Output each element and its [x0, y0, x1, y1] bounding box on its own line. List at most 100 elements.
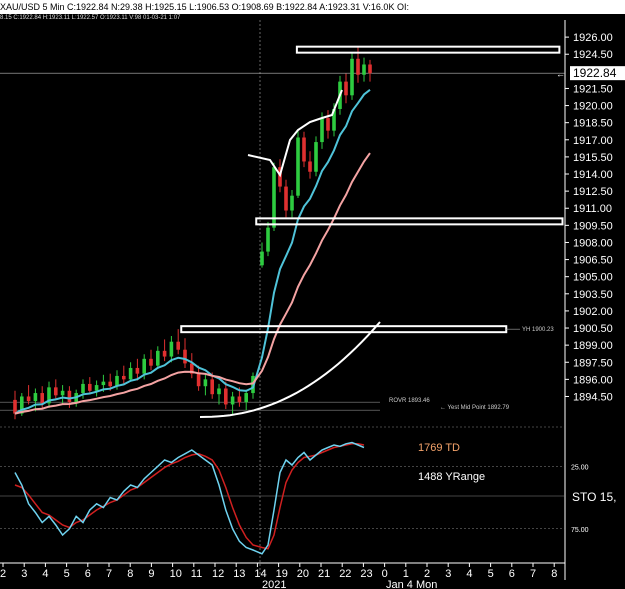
x-tick-label-6: 8 — [127, 568, 133, 580]
price-axis: 1926.00 1924.50 1922.84 ← 1921.50 1920.00 1918… — [556, 32, 625, 403]
candle-body — [176, 341, 180, 350]
candle-body — [237, 396, 242, 403]
x-tick-label-22: 4 — [466, 568, 472, 580]
candle-body — [88, 383, 92, 391]
x-tick-label-11: 13 — [233, 568, 245, 580]
candle-body — [230, 396, 235, 405]
candle-body — [203, 379, 208, 387]
y-tick-label-20: 1896.00 — [573, 374, 613, 386]
candle-body — [142, 358, 146, 374]
x-tick-label-1: 3 — [21, 568, 27, 580]
y-tick-label-21: 1894.50 — [573, 391, 613, 403]
candle-body — [326, 118, 330, 131]
candle-body — [314, 142, 318, 172]
price-chart[interactable]: 1926.00 1924.50 1922.84 ← 1921.50 1920.00 1918… — [0, 0, 625, 589]
candle-body — [217, 388, 221, 395]
candle-body — [356, 58, 360, 75]
stoch-k-line — [14, 441, 365, 555]
y-tick-label-3: 1921.50 — [573, 83, 613, 95]
x-tick-label-14: 20 — [297, 568, 309, 580]
y-tick-label-14: 1905.00 — [573, 272, 613, 284]
x-tick-label-2: 4 — [42, 568, 48, 580]
x-tick-label-26: 8 — [551, 568, 557, 580]
yrange-label: 1488 YRange — [418, 471, 485, 483]
y-tick-label-10: 1911.00 — [573, 203, 612, 215]
candle-body — [183, 349, 187, 364]
candle-body — [94, 385, 99, 391]
candle-body — [350, 58, 354, 96]
x-tick-label-10: 12 — [212, 568, 224, 580]
x-tick-label-3: 5 — [64, 568, 70, 580]
x-tick-label-21: 3 — [445, 568, 451, 580]
x-tick-label-7: 9 — [148, 568, 154, 580]
yest-mid-label: ← Yest Mid Point 1892.79 — [440, 405, 510, 411]
candle-body — [302, 137, 306, 162]
y-tick-label-17: 1900.50 — [573, 323, 613, 335]
candle-body — [156, 350, 160, 366]
candle-body — [67, 390, 72, 403]
candle-body — [290, 195, 294, 211]
candle-body — [108, 381, 112, 387]
x-tick-label-24: 6 — [509, 568, 515, 580]
candle-body — [162, 350, 167, 357]
stoch-tick-label: 75.00 — [571, 527, 589, 534]
y-tick-label-19: 1897.50 — [573, 357, 613, 369]
level-box-1 — [255, 217, 564, 226]
candle-body — [122, 375, 126, 380]
sto-label: STO 15, — [572, 490, 616, 504]
candle-body — [13, 399, 17, 414]
candle-body — [224, 388, 228, 405]
y-tick-label-7: 1915.50 — [573, 152, 613, 164]
y-tick-label-12: 1908.00 — [573, 237, 613, 249]
candle-body — [244, 393, 248, 403]
candle-body — [196, 373, 201, 387]
candle-body — [26, 396, 31, 402]
slow-ma-line — [14, 152, 371, 415]
candle-body — [149, 358, 153, 366]
x-tick-label-9: 11 — [191, 568, 202, 580]
candle-body — [368, 64, 372, 74]
y-tick-label-18: 1899.00 — [573, 340, 613, 352]
x-tick-label-25: 7 — [530, 568, 536, 580]
candle-body — [81, 383, 85, 394]
moving-averages — [14, 89, 381, 418]
y-tick-label-15: 1903.50 — [573, 289, 613, 301]
stoch-tick-label: 25.00 — [571, 464, 589, 471]
candle-body — [344, 81, 348, 96]
y-tick-label-16: 1902.00 — [573, 306, 613, 318]
year-label: 2021 — [262, 579, 286, 589]
current-price-arrow: ← — [556, 69, 565, 79]
x-tick-label-23: 5 — [488, 568, 494, 580]
y-tick-label-9: 1912.50 — [573, 186, 613, 198]
candle-body — [210, 379, 214, 395]
x-tick-label-0: 2 — [0, 568, 6, 580]
stochastic-panel: 25.00 75.00 — [0, 441, 589, 555]
yh-label: YH 1900.23 — [522, 327, 554, 333]
candle-body — [135, 367, 140, 374]
y-tick-label-4: 1920.00 — [573, 101, 613, 113]
y-tick-label-0: 1926.00 — [573, 32, 613, 44]
candle-body — [266, 227, 270, 252]
y-tick-label-8: 1914.00 — [573, 169, 613, 181]
x-tick-label-4: 6 — [85, 568, 91, 580]
level-box-2 — [180, 325, 508, 334]
time-axis: 2 3 4 5 6 7 8 9 10 11 12 13 14 19 20 21 22 23 0 1 2 3 4 5 6 7 8202… — [0, 562, 565, 589]
x-tick-label-15: 21 — [318, 568, 330, 580]
candle-body — [33, 393, 38, 402]
date-label: Jan 4 Mon — [386, 579, 437, 589]
td-label: 1769 TD — [418, 442, 460, 454]
y-tick-label-5: 1918.50 — [573, 118, 613, 130]
candle-body — [320, 118, 324, 143]
x-tick-label-5: 7 — [106, 568, 112, 580]
candle-body — [101, 381, 106, 386]
candle-body — [296, 137, 300, 196]
y-tick-label-13: 1906.50 — [573, 255, 613, 267]
y-tick-label-11: 1909.50 — [573, 220, 613, 232]
rovr-label: ROVR 1893.46 — [389, 398, 430, 404]
candle-body — [169, 341, 174, 357]
candle-body — [308, 161, 312, 172]
candle-body — [40, 393, 44, 404]
candle-body — [128, 367, 133, 380]
y-tick-label-1: 1924.50 — [573, 49, 613, 61]
candle-body — [60, 390, 65, 396]
